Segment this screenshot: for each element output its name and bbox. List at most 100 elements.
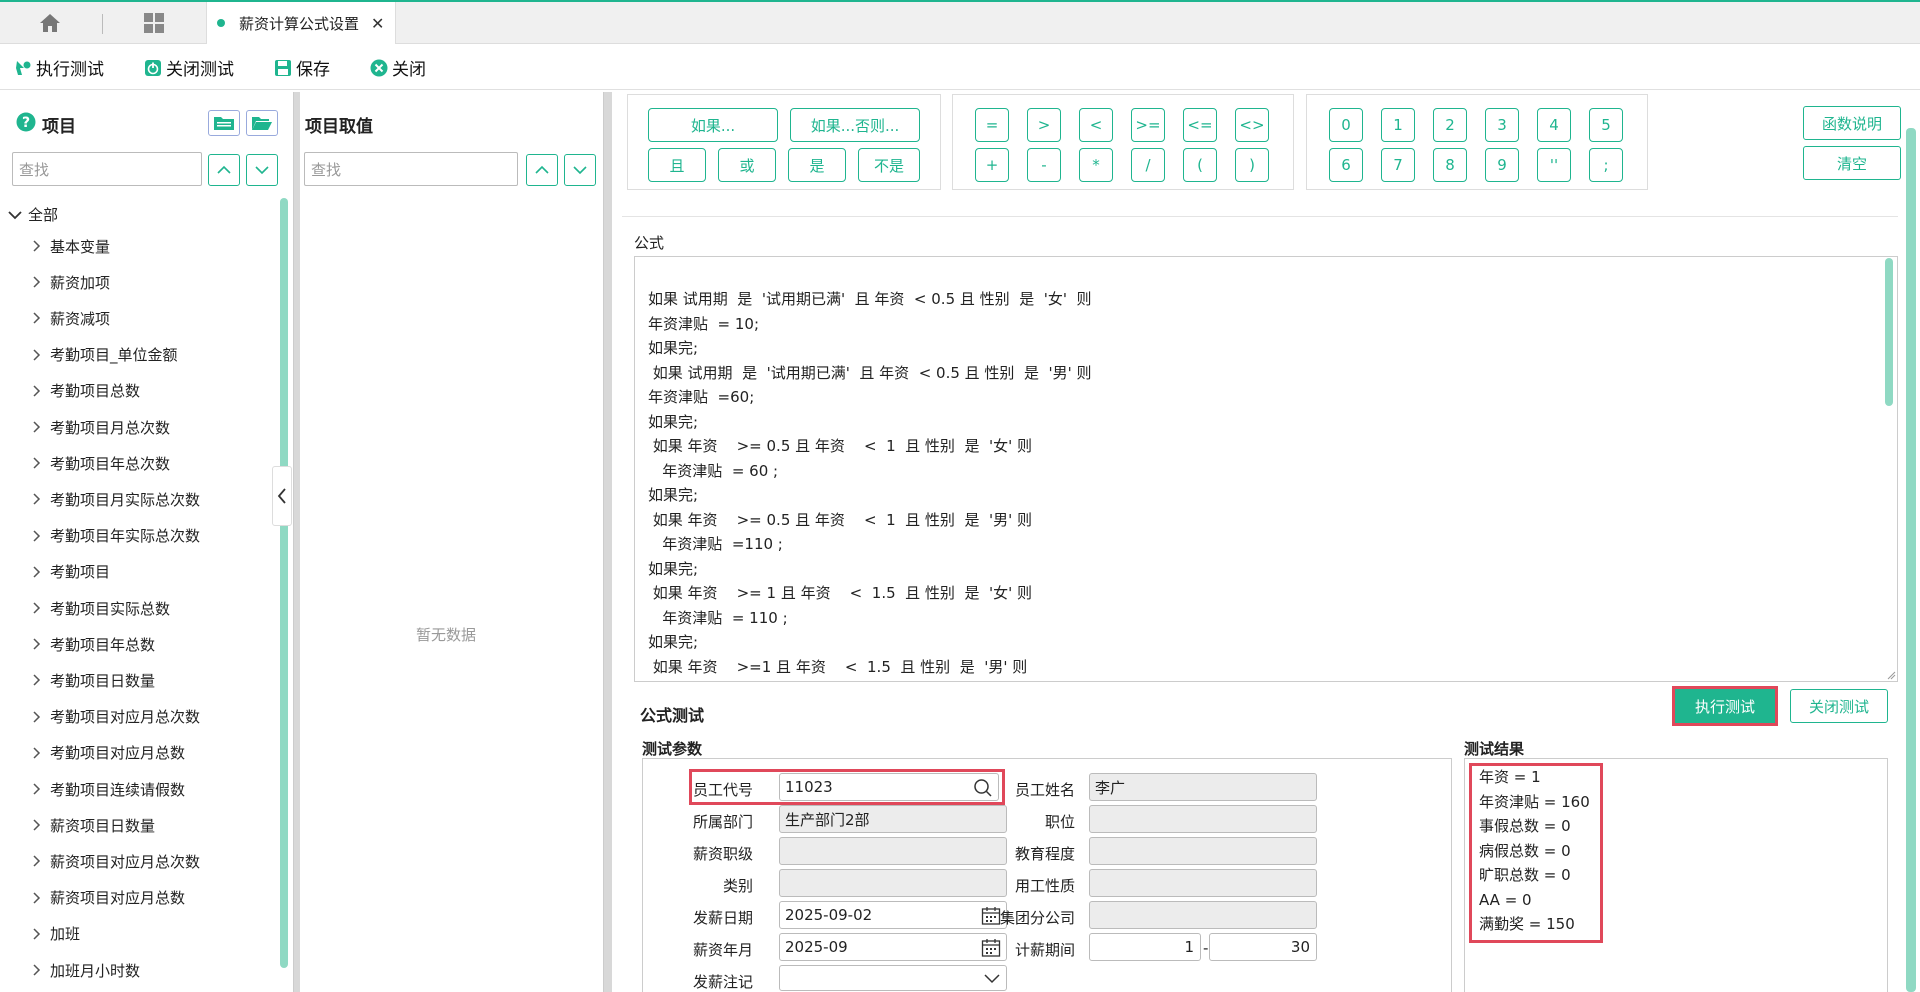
period-from-input[interactable]: 1 <box>1089 933 1201 961</box>
tree-item-label: 加班 <box>50 925 81 944</box>
chevron-right-icon <box>33 276 41 288</box>
value-search-down-button[interactable] <box>564 154 596 186</box>
digit-button[interactable]: 0 <box>1329 108 1363 142</box>
tree-item[interactable]: 考勤项目对应月总次数 <box>32 705 200 729</box>
if-else-button[interactable]: 如果...否则... <box>790 108 920 142</box>
digit-button[interactable]: 1 <box>1381 108 1415 142</box>
and-button[interactable]: 且 <box>648 148 706 182</box>
digit-button[interactable]: 9 <box>1485 148 1519 182</box>
tree-item[interactable]: 考勤项目月实际总次数 <box>32 487 200 511</box>
tree-item[interactable]: 基本变量 <box>32 234 110 258</box>
tree-item[interactable]: 考勤项目对应月总数 <box>32 741 185 765</box>
digit-button[interactable]: 2 <box>1433 108 1467 142</box>
digit-button[interactable]: 8 <box>1433 148 1467 182</box>
tree-item[interactable]: 考勤项目年总数 <box>32 632 155 656</box>
project-search-input[interactable]: 查找 <box>12 152 202 186</box>
tree-root-all[interactable]: 全部 <box>8 204 58 225</box>
is-button[interactable]: 是 <box>788 148 846 182</box>
value-search-input[interactable]: 查找 <box>304 152 518 186</box>
tree-item-label: 考勤项目 <box>50 563 111 582</box>
tree-item-label: 考勤项目月实际总次数 <box>50 490 201 509</box>
close-button[interactable]: 关闭 <box>370 55 426 80</box>
operator-button[interactable]: * <box>1079 148 1113 182</box>
digit-button[interactable]: 6 <box>1329 148 1363 182</box>
tree-item[interactable]: 考勤项目实际总数 <box>32 596 170 620</box>
operator-button[interactable]: < <box>1079 108 1113 142</box>
digit-button[interactable]: 5 <box>1589 108 1623 142</box>
open-folder-button[interactable] <box>246 110 278 136</box>
tree-item[interactable]: 考勤项目总数 <box>32 379 140 403</box>
tree-item[interactable]: 考勤项目月总次数 <box>32 415 170 439</box>
paynote-select[interactable] <box>779 965 1007 991</box>
function-help-button[interactable]: 函数说明 <box>1803 106 1901 140</box>
operator-button[interactable]: > <box>1027 108 1061 142</box>
tree-root-label: 全部 <box>28 206 59 224</box>
tab-label: 薪资计算公式设置 <box>239 14 360 33</box>
search-up-button[interactable] <box>208 154 240 186</box>
operator-button[interactable]: >= <box>1131 108 1165 142</box>
save-button[interactable]: 保存 <box>274 55 330 80</box>
tree-item[interactable]: 薪资减项 <box>32 306 110 330</box>
chevron-down-icon <box>8 210 22 219</box>
collapse-panel-button[interactable] <box>272 466 292 526</box>
operator-button[interactable]: / <box>1131 148 1165 182</box>
if-button[interactable]: 如果... <box>648 108 778 142</box>
digit-button[interactable]: 3 <box>1485 108 1519 142</box>
operator-button[interactable]: = <box>975 108 1009 142</box>
apps-tab[interactable] <box>104 2 204 44</box>
tree-item[interactable]: 薪资项目对应月总次数 <box>32 849 200 873</box>
tree-scrollbar[interactable] <box>280 198 288 968</box>
open-folder-icon <box>252 117 272 130</box>
help-icon[interactable]: ? <box>16 112 36 132</box>
operator-button[interactable]: <> <box>1235 108 1269 142</box>
tree-item[interactable]: 考勤项目连续请假数 <box>32 777 185 801</box>
page-scrollbar[interactable] <box>1906 128 1916 992</box>
tab-salary-formula[interactable]: 薪资计算公式设置 ✕ <box>206 2 396 44</box>
folder-button[interactable] <box>208 110 240 136</box>
chevron-right-icon <box>33 312 41 324</box>
digit-button[interactable]: 7 <box>1381 148 1415 182</box>
formula-line: 如果 试用期 是 '试用期已满' 且 年资 < 0.5 且 性别 是 '男' 则 <box>648 363 1092 382</box>
tree-item[interactable]: 考勤项目 <box>32 560 110 584</box>
tree-item[interactable]: 加班月小时数 <box>32 958 140 982</box>
operator-button[interactable]: ) <box>1235 148 1269 182</box>
project-title: 项目 <box>42 117 76 137</box>
chevron-right-icon <box>33 530 41 542</box>
clear-button[interactable]: 清空 <box>1803 146 1901 180</box>
search-down-button[interactable] <box>246 154 278 186</box>
digit-button[interactable]: ; <box>1589 148 1623 182</box>
tree-item[interactable]: 考勤项目年实际总次数 <box>32 524 200 548</box>
formula-editor[interactable]: 如果 试用期 是 '试用期已满' 且 年资 < 0.5 且 性别 是 '女' 则… <box>634 256 1898 682</box>
tree-item[interactable]: 考勤项目_单位金额 <box>32 343 178 367</box>
tree-item[interactable]: 薪资项目对应月总数 <box>32 886 185 910</box>
tree-item[interactable]: 薪资加项 <box>32 270 110 294</box>
tree-item-label: 薪资项目对应月总数 <box>50 889 186 908</box>
chevron-right-icon <box>33 638 41 650</box>
digit-button[interactable]: '' <box>1537 148 1571 182</box>
close-tab-icon[interactable]: ✕ <box>371 14 384 33</box>
operator-button[interactable]: + <box>975 148 1009 182</box>
tree-item-label: 考勤项目对应月总数 <box>50 744 186 763</box>
tree-item[interactable]: 薪资项目日数量 <box>32 813 155 837</box>
is-not-button[interactable]: 不是 <box>858 148 920 182</box>
close-test-button[interactable]: 关闭测试 <box>144 55 234 80</box>
formula-line: 年资津贴 = 110 ; <box>648 608 788 627</box>
resize-grip-icon[interactable] <box>1886 670 1896 680</box>
divider <box>622 216 1898 217</box>
operator-button[interactable]: ( <box>1183 148 1217 182</box>
tree-item[interactable]: 考勤项目日数量 <box>32 668 155 692</box>
or-button[interactable]: 或 <box>718 148 776 182</box>
formula-scrollbar[interactable] <box>1885 258 1893 406</box>
result-lines: 年资 = 1 年资津贴 = 160 事假总数 = 0 病假总数 = 0 旷职总数 = 0… <box>1479 765 1590 937</box>
digit-button[interactable]: 4 <box>1537 108 1571 142</box>
operator-button[interactable]: - <box>1027 148 1061 182</box>
exec-test-button[interactable]: 执行测试 <box>14 55 104 80</box>
operator-button[interactable]: <= <box>1183 108 1217 142</box>
close-test-panel-button[interactable]: 关闭测试 <box>1790 689 1888 723</box>
period-to-input[interactable]: 30 <box>1209 933 1317 961</box>
middle-splitter[interactable] <box>604 92 612 992</box>
tree-item[interactable]: 加班 <box>32 922 80 946</box>
tree-item[interactable]: 考勤项目年总次数 <box>32 451 170 475</box>
home-tab[interactable] <box>0 2 100 44</box>
value-search-up-button[interactable] <box>526 154 558 186</box>
